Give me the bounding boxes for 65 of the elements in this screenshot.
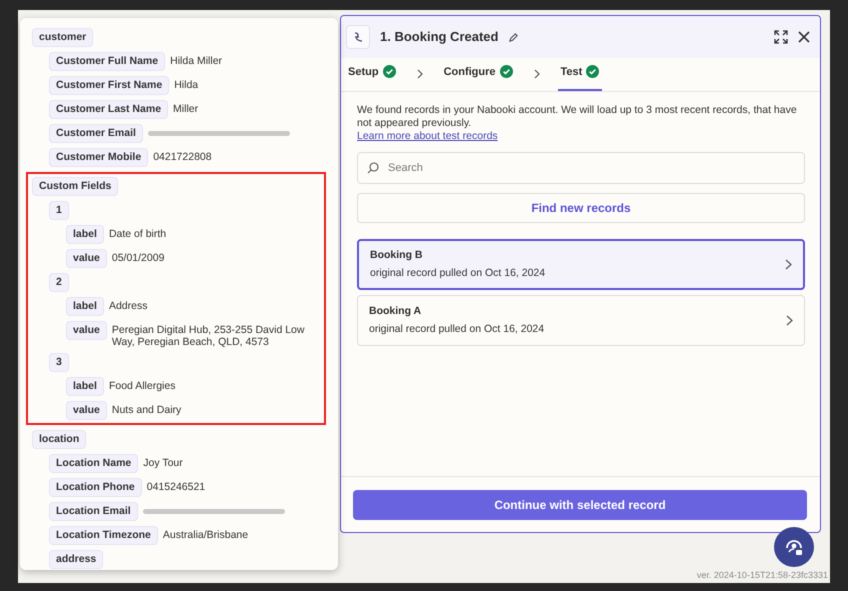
field-value: Nuts and Dairy [112,403,182,416]
check-icon [586,65,600,78]
field-key-tag: Customer Last Name [49,100,168,119]
field-value: Hilda [174,78,198,91]
field-key-tag: value [66,249,107,268]
intro-text: We found records in your Nabooki account. We will load up to 3 most recent records, that have not appeared previously. [357,104,798,130]
field-value: Miller [173,102,198,115]
chevron-icon [534,69,540,79]
panel-title: 1. Booking Created [380,28,498,46]
field-key-tag: Custom Fields [32,177,118,196]
close-icon[interactable] [798,31,810,43]
field-key-tag: Location Name [49,454,138,473]
field-key-tag: Customer Mobile [49,148,148,167]
field-key-tag: Location Phone [49,478,142,497]
field-key-tag: Customer First Name [49,76,170,95]
pencil-icon[interactable] [508,32,520,42]
record-subtitle: original record pulled on Oct 16, 2024 [370,266,546,280]
record-subtitle: original record pulled on Oct 16, 2024 [369,322,546,336]
field-value: Peregian Digital Hub, 253-255 David Low Way, Peregian Beach, QLD, 4573 [112,323,306,348]
field-key-tag: value [66,401,107,420]
field-value: 05/01/2009 [112,251,164,264]
field-key-tag: Location Timezone [49,526,158,545]
find-records-button[interactable]: Find new records [357,193,805,223]
step-tab[interactable]: Test [558,64,602,91]
field-value: Hilda Miller [170,54,222,67]
field-key-tag: value [66,321,107,340]
chevron-icon [785,259,792,270]
support-agent-icon [784,537,804,557]
field-key-tag: Customer Email [49,124,143,143]
field-key-tag: 2 [49,273,69,292]
field-value: Address [108,299,148,312]
field-key-tag: label [66,377,104,396]
continue-button[interactable]: Continue with selected record [353,490,807,520]
version-text: ver. 2024-10-15T21:58-23fc3331 [696,568,828,582]
record-card[interactable]: Booking A original record pulled on Oct 16, 2024 [357,295,805,346]
learn-more-link[interactable]: Learn more about test records [357,130,498,143]
field-key-tag: location [32,430,86,449]
field-value: Food Allergies [108,379,176,392]
field-value: 0421722808 [153,150,212,163]
field-key-tag: address [49,550,104,569]
field-key-tag: Location Email [49,502,138,521]
field-key-tag: label [66,297,104,316]
step-tab[interactable]: Configure [440,64,516,91]
check-icon [500,65,513,78]
field-key-tag: Customer Full Name [49,52,166,71]
expand-icon[interactable] [774,30,788,44]
support-button[interactable] [774,527,814,567]
record-title: Booking B [370,248,424,263]
app-logo-icon [346,25,370,49]
check-icon [382,65,396,78]
step-tab[interactable]: Setup [345,64,399,91]
field-key-tag: label [66,225,104,244]
chevron-icon [416,69,423,79]
field-value: 0415246521 [146,480,206,493]
search-field[interactable]: Search [357,152,805,184]
field-value: Australia/Brisbane [162,528,248,541]
record-title: Booking A [369,304,422,319]
field-key-tag: 3 [49,353,69,372]
record-card[interactable]: Booking B original record pulled on Oct 16, 2024 [357,239,805,290]
field-key-tag: customer [32,28,94,47]
chevron-icon [786,315,793,326]
field-value: Date of birth [108,227,166,240]
field-value: Joy Tour [143,456,183,469]
field-key-tag: 1 [49,201,69,220]
search-icon [367,162,379,174]
